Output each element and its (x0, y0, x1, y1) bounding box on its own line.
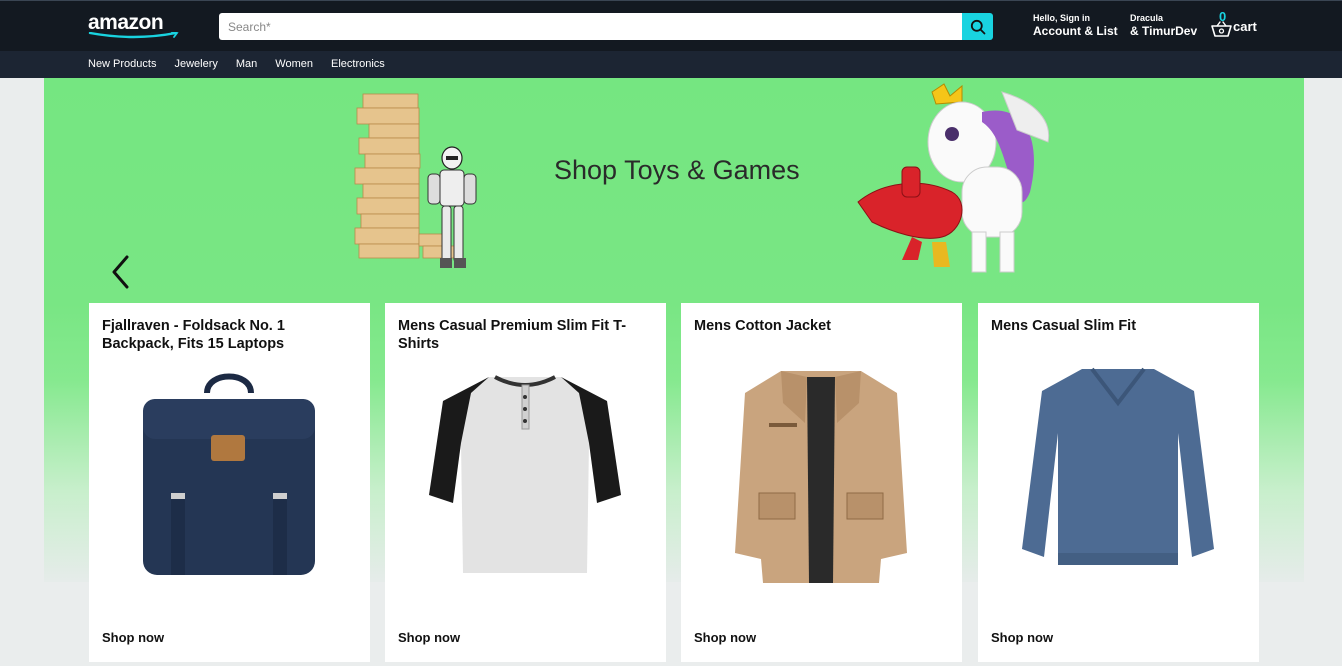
shop-now-link[interactable]: Shop now (991, 630, 1053, 645)
cart-basket-icon (1211, 21, 1232, 37)
product-card[interactable]: Mens Casual Premium Slim Fit T-Shirts Sh… (385, 303, 666, 662)
search-icon (970, 19, 985, 34)
nav-item-jewelery[interactable]: Jewelery (174, 58, 217, 70)
search-button[interactable] (962, 13, 993, 40)
carousel-prev-button[interactable] (107, 253, 135, 291)
shop-now-link[interactable]: Shop now (694, 630, 756, 645)
nav-item-electronics[interactable]: Electronics (331, 58, 385, 70)
nav-item-man[interactable]: Man (236, 58, 257, 70)
nav-item-women[interactable]: Women (275, 58, 313, 70)
sweater-image (1022, 367, 1214, 565)
chevron-left-icon (112, 255, 129, 289)
toy-unicorn-image (857, 83, 1050, 273)
shop-now-link[interactable]: Shop now (102, 630, 164, 645)
user-second-line: & TimurDev (1130, 24, 1198, 38)
cart-button[interactable]: 0 cart (1210, 9, 1270, 41)
logo-smile-icon (88, 32, 179, 39)
nav-item-new-products[interactable]: New Products (88, 58, 156, 70)
category-nav: New Products Jewelery Man Women Electron… (0, 51, 1342, 78)
product-title: Mens Casual Slim Fit (991, 318, 1137, 334)
account-menu[interactable]: Hello, Sign in Account & List (1033, 13, 1118, 38)
greeting-text: Hello, Sign in (1033, 13, 1091, 23)
search-bar (219, 13, 993, 40)
account-list-label: Account & List (1033, 24, 1118, 38)
stormtrooper-figure-image (427, 146, 477, 268)
hero-title: Shop Toys & Games (554, 155, 800, 185)
user-first-line: Dracula (1130, 13, 1164, 23)
jacket-image (735, 371, 907, 583)
cart-label: cart (1233, 19, 1257, 34)
user-menu[interactable]: Dracula & TimurDev (1130, 13, 1197, 38)
backpack-image (143, 373, 315, 575)
tshirt-image (429, 375, 621, 573)
top-header-bar: amazon Hello, Sign in Account & List Dra… (0, 0, 1342, 51)
chevron-right-icon (1300, 253, 1304, 291)
product-card[interactable]: Mens Cotton Jacket Shop now (681, 303, 962, 662)
search-input[interactable] (219, 13, 962, 40)
product-title: Fjallraven - Foldsack No. 1 Backpack, Fi… (102, 318, 285, 352)
product-cards: Fjallraven - Foldsack No. 1 Backpack, Fi… (89, 303, 1259, 663)
amazon-logo[interactable]: amazon (88, 11, 180, 41)
product-card[interactable]: Fjallraven - Foldsack No. 1 Backpack, Fi… (89, 303, 370, 662)
product-card[interactable]: Mens Casual Slim Fit Shop now (978, 303, 1259, 662)
carousel-next-button[interactable] (1300, 253, 1304, 291)
product-title: Mens Cotton Jacket (694, 318, 831, 334)
shop-now-link[interactable]: Shop now (398, 630, 460, 645)
product-title: Mens Casual Premium Slim Fit T-Shirts (398, 318, 627, 352)
